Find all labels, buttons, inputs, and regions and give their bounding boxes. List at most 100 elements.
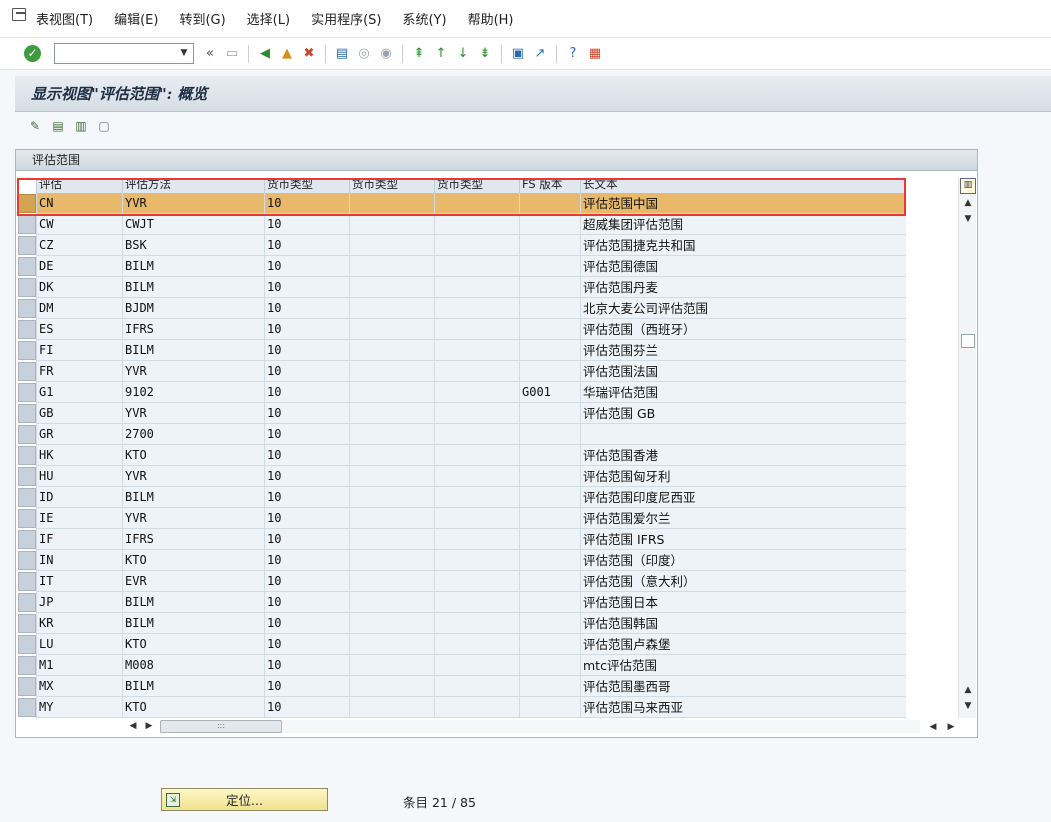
cell-currency-type-2[interactable] <box>349 550 434 571</box>
table-row[interactable]: DM BJDM 10 北京大麦公司评估范围 <box>16 298 906 319</box>
table-row[interactable]: MY KTO 10 评估范围马来西亚 <box>16 697 906 718</box>
cell-fs-version[interactable] <box>519 298 580 319</box>
row-selector[interactable] <box>18 215 36 234</box>
cell-currency-type-2[interactable] <box>349 340 434 361</box>
cell-currency-type-3[interactable] <box>434 487 519 508</box>
cell-currency-type-1[interactable]: 10 <box>264 298 349 319</box>
row-selector[interactable] <box>18 530 36 549</box>
next-page-icon[interactable]: ↓ <box>453 44 473 64</box>
cell-currency-type-3[interactable] <box>434 193 519 214</box>
cell-currency-type-3[interactable] <box>434 277 519 298</box>
table-row[interactable]: FI BILM 10 评估范围芬兰 <box>16 340 906 361</box>
cell-fs-version[interactable] <box>519 403 580 424</box>
row-selector[interactable] <box>18 404 36 423</box>
cell-currency-type-3[interactable] <box>434 466 519 487</box>
cell-currency-type-3[interactable] <box>434 403 519 424</box>
cell-currency-type-3[interactable] <box>434 634 519 655</box>
cell-fs-version[interactable] <box>519 550 580 571</box>
cell-long-text[interactable]: 评估范围匈牙利 <box>580 466 906 487</box>
cell-currency-type-1[interactable]: 10 <box>264 361 349 382</box>
save-icon[interactable]: ▭ <box>222 44 242 64</box>
locate-button[interactable]: ⇲ 定位... <box>161 788 328 811</box>
cell-fs-version[interactable] <box>519 508 580 529</box>
cell-long-text[interactable]: 北京大麦公司评估范围 <box>580 298 906 319</box>
cell-currency-type-3[interactable] <box>434 445 519 466</box>
cell-currency-type-1[interactable]: 10 <box>264 655 349 676</box>
cell-currency-type-1[interactable]: 10 <box>264 256 349 277</box>
cell-valuation[interactable]: KR <box>36 613 122 634</box>
cell-currency-type-1[interactable]: 10 <box>264 382 349 403</box>
back-double-icon[interactable]: « <box>200 44 220 64</box>
cell-long-text[interactable]: 评估范围芬兰 <box>580 340 906 361</box>
deselect-all-icon[interactable]: ▢ <box>94 116 114 136</box>
cell-method[interactable]: CWJT <box>122 214 264 235</box>
cell-currency-type-2[interactable] <box>349 403 434 424</box>
cell-currency-type-1[interactable]: 10 <box>264 340 349 361</box>
cell-method[interactable]: BILM <box>122 592 264 613</box>
cell-currency-type-3[interactable] <box>434 613 519 634</box>
cell-currency-type-2[interactable] <box>349 487 434 508</box>
menu-selection[interactable]: 选择(L) <box>247 9 290 28</box>
cell-fs-version[interactable] <box>519 571 580 592</box>
cell-valuation[interactable]: HU <box>36 466 122 487</box>
cell-method[interactable]: M008 <box>122 655 264 676</box>
prev-page-icon[interactable]: ↑ <box>431 44 451 64</box>
command-field[interactable]: ▼ <box>54 43 194 64</box>
cell-currency-type-2[interactable] <box>349 697 434 718</box>
cell-long-text[interactable]: 评估范围香港 <box>580 445 906 466</box>
cell-currency-type-2[interactable] <box>349 529 434 550</box>
cell-valuation[interactable]: G1 <box>36 382 122 403</box>
cell-valuation[interactable]: LU <box>36 634 122 655</box>
cell-method[interactable]: BJDM <box>122 298 264 319</box>
cell-currency-type-2[interactable] <box>349 466 434 487</box>
ok-icon[interactable]: ✓ <box>24 45 41 62</box>
row-selector[interactable] <box>18 425 36 444</box>
cell-method[interactable]: IFRS <box>122 319 264 340</box>
cell-long-text[interactable]: 评估范围卢森堡 <box>580 634 906 655</box>
cell-currency-type-3[interactable] <box>434 298 519 319</box>
cell-method[interactable]: EVR <box>122 571 264 592</box>
cell-valuation[interactable]: HK <box>36 445 122 466</box>
cell-valuation[interactable]: GR <box>36 424 122 445</box>
cell-fs-version[interactable] <box>519 445 580 466</box>
row-selector[interactable] <box>18 236 36 255</box>
vertical-scrollbar[interactable]: ▥ ▲ ▼ ▲ ▼ <box>958 178 976 718</box>
row-selector[interactable] <box>18 509 36 528</box>
cell-currency-type-2[interactable] <box>349 298 434 319</box>
menu-table-view[interactable]: 表视图(T) <box>36 9 93 28</box>
cell-fs-version[interactable]: G001 <box>519 382 580 403</box>
cell-fs-version[interactable] <box>519 361 580 382</box>
table-row[interactable]: IF IFRS 10 评估范围 IFRS <box>16 529 906 550</box>
cell-long-text[interactable]: 评估范围法国 <box>580 361 906 382</box>
help-icon[interactable]: ? <box>563 44 583 64</box>
cell-valuation[interactable]: CN <box>36 193 122 214</box>
cell-method[interactable]: YVR <box>122 403 264 424</box>
row-selector[interactable] <box>18 467 36 486</box>
cell-long-text[interactable]: 评估范围爱尔兰 <box>580 508 906 529</box>
cell-currency-type-1[interactable]: 10 <box>264 235 349 256</box>
table-row[interactable]: DE BILM 10 评估范围德国 <box>16 256 906 277</box>
table-row[interactable]: MX BILM 10 评估范围墨西哥 <box>16 676 906 697</box>
column-header-fs-version[interactable]: FS 版本 <box>519 178 580 193</box>
table-row[interactable]: ID BILM 10 评估范围印度尼西亚 <box>16 487 906 508</box>
cell-valuation[interactable]: MY <box>36 697 122 718</box>
cell-fs-version[interactable] <box>519 340 580 361</box>
table-row[interactable]: G1 9102 10 G001 华瑞评估范围 <box>16 382 906 403</box>
cell-currency-type-3[interactable] <box>434 676 519 697</box>
change-display-icon[interactable]: ✎ <box>25 116 45 136</box>
cell-currency-type-2[interactable] <box>349 592 434 613</box>
cell-fs-version[interactable] <box>519 214 580 235</box>
cell-fs-version[interactable] <box>519 634 580 655</box>
cell-valuation[interactable]: ES <box>36 319 122 340</box>
cell-long-text[interactable]: 评估范围墨西哥 <box>580 676 906 697</box>
row-selector[interactable] <box>18 299 36 318</box>
cell-fs-version[interactable] <box>519 529 580 550</box>
scroll-right-icon[interactable]: ▶ <box>142 719 156 733</box>
cell-currency-type-3[interactable] <box>434 235 519 256</box>
cell-currency-type-3[interactable] <box>434 382 519 403</box>
table-row[interactable]: IE YVR 10 评估范围爱尔兰 <box>16 508 906 529</box>
cell-currency-type-3[interactable] <box>434 214 519 235</box>
cell-method[interactable]: 9102 <box>122 382 264 403</box>
scroll-down-icon[interactable]: ▼ <box>959 699 977 713</box>
cell-currency-type-3[interactable] <box>434 655 519 676</box>
